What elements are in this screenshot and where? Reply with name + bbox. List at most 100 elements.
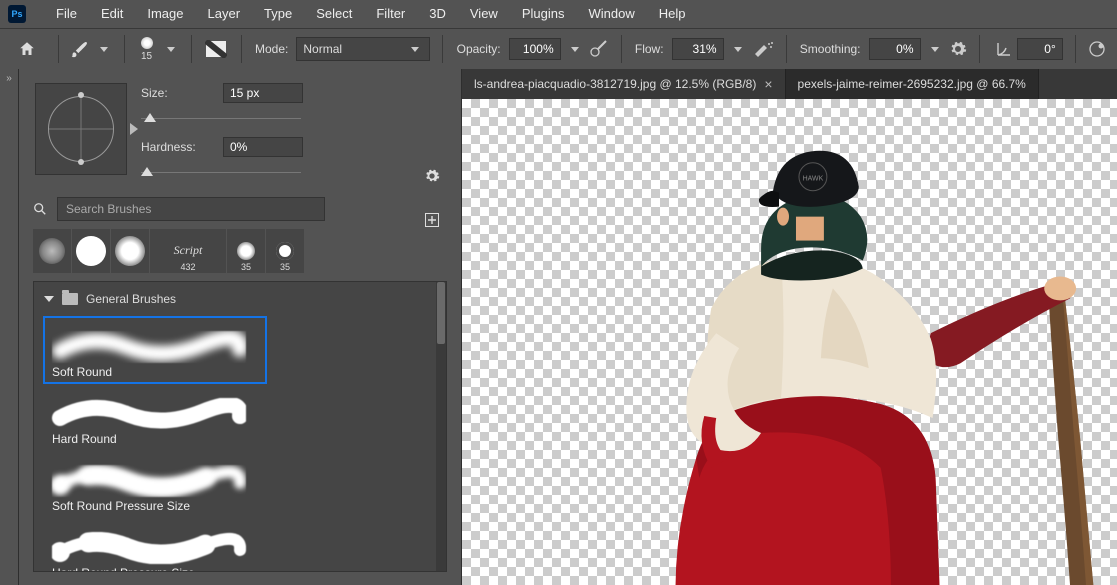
svg-text:Script: Script [174,243,203,257]
menu-bar: Ps File Edit Image Layer Type Select Fil… [0,0,1117,28]
tip-handle-bottom[interactable] [78,159,84,165]
tree-scrollbar[interactable] [436,282,446,571]
canvas-content: HAWK [462,99,1117,585]
brush-settings-icon [205,40,227,58]
brush-angle-control[interactable]: 0° [995,38,1063,60]
canvas[interactable]: HAWK [462,99,1117,585]
brush-folder-header[interactable]: General Brushes [34,282,436,316]
opacity-pressure-toggle[interactable] [589,38,609,60]
brush-preset-name: Soft Round [52,365,258,379]
menu-type[interactable]: Type [252,0,304,28]
brush-stroke-preview [52,331,246,363]
size-pressure-toggle[interactable] [1087,38,1109,60]
angle-icon [995,40,1013,58]
flow-field[interactable]: 31% [672,38,724,60]
app-logo-text: Ps [11,9,22,19]
menu-edit[interactable]: Edit [89,0,135,28]
tip-handle-top[interactable] [78,92,84,98]
folder-icon [62,293,78,305]
recent-brush[interactable]: 35 [227,229,265,273]
brush-preset-item[interactable]: Hard Round [44,384,266,450]
plus-box-icon [425,213,439,227]
smoothing-label: Smoothing: [800,42,861,56]
document-tabs: ls-andrea-piacquadio-3812719.jpg @ 12.5%… [462,69,1117,99]
brush-preset-item[interactable]: Hard Round Pressure Size [44,518,266,571]
recent-brush[interactable]: Script 432 [150,229,226,273]
hardness-label: Hardness: [141,140,215,154]
blend-mode-dropdown[interactable]: Normal [296,37,430,61]
document-tab[interactable]: pexels-jaime-reimer-2695232.jpg @ 66.7% [786,69,1039,99]
mode-label: Mode: [255,42,288,56]
flow-label: Flow: [635,42,664,56]
opacity-dropdown[interactable] [571,47,579,52]
opacity-value: 100% [523,42,554,56]
recent-brush[interactable] [72,229,110,273]
search-icon [33,202,47,216]
tip-direction-arrow [130,123,138,135]
smoothing-value: 0% [896,42,913,56]
menu-help[interactable]: Help [647,0,698,28]
brush-size-number: 15 [141,51,152,62]
menu-image[interactable]: Image [135,0,195,28]
recent-brush-label: 35 [280,262,290,272]
size-label: Size: [141,86,215,100]
brush-search-input[interactable] [57,197,325,221]
folder-label: General Brushes [86,292,176,306]
tip-circle [48,96,114,162]
brush-stroke-preview [52,532,246,564]
menu-layer[interactable]: Layer [196,0,253,28]
brush-preset-item[interactable]: Soft Round Pressure Size [44,451,266,517]
smoothing-field[interactable]: 0% [869,38,921,60]
brush-preset-panel: Size: 15 px Hardness: 0% [19,69,462,585]
gear-icon [424,168,440,184]
menu-file[interactable]: File [44,0,89,28]
hardness-slider[interactable] [141,165,301,179]
opacity-label: Opacity: [457,42,501,56]
menu-view[interactable]: View [458,0,510,28]
smoothing-options[interactable] [949,38,967,60]
panel-flyout-menu[interactable] [419,165,445,187]
home-icon [18,40,36,58]
hardness-field[interactable]: 0% [223,137,303,157]
brush-preset-dropdown[interactable] [167,47,175,52]
app-logo: Ps [8,5,26,23]
tab-close-button[interactable]: × [764,76,772,92]
brush-preset-name: Hard Round Pressure Size [52,566,258,571]
angle-value: 0° [1044,42,1055,56]
document-area: ls-andrea-piacquadio-3812719.jpg @ 12.5%… [462,69,1117,585]
flow-dropdown[interactable] [734,47,742,52]
collapsed-tool-strip: » [0,69,19,585]
size-slider[interactable] [141,111,301,125]
new-brush-preset-button[interactable] [419,209,445,231]
brush-preset-item[interactable]: Soft Round [44,317,266,383]
blend-mode-value: Normal [303,42,342,56]
brush-tree: General Brushes Soft Round Hard RoundSoft… [33,281,447,572]
expand-handle[interactable]: » [6,73,12,84]
airbrush-toggle[interactable] [752,38,774,60]
menu-select[interactable]: Select [304,0,364,28]
brush-settings-toggle[interactable] [205,38,227,60]
scroll-thumb[interactable] [437,282,445,344]
tool-brush-indicator[interactable] [70,38,90,60]
opacity-field[interactable]: 100% [509,38,561,60]
recent-brush-label: 35 [241,262,251,272]
menu-window[interactable]: Window [576,0,646,28]
brush-tip-preview[interactable] [35,83,127,175]
smoothing-dropdown[interactable] [931,47,939,52]
tool-preset-dropdown[interactable] [100,47,108,52]
recent-brush[interactable]: 35 [266,229,304,273]
home-button[interactable] [18,38,36,60]
menu-filter[interactable]: Filter [364,0,417,28]
tab-title: pexels-jaime-reimer-2695232.jpg @ 66.7% [798,77,1026,91]
tab-title: ls-andrea-piacquadio-3812719.jpg @ 12.5%… [474,77,756,91]
menu-3d[interactable]: 3D [417,0,458,28]
brush-preview[interactable]: 15 [141,37,153,62]
menu-plugins[interactable]: Plugins [510,0,577,28]
recent-brushes: Script 432 35 35 [19,229,461,281]
recent-brush[interactable] [111,229,149,273]
recent-brush[interactable] [33,229,71,273]
flow-value: 31% [693,42,717,56]
options-bar: 15 Mode: Normal Opacity: 100% Flow: 31% … [0,28,1117,69]
size-field[interactable]: 15 px [223,83,303,103]
document-tab[interactable]: ls-andrea-piacquadio-3812719.jpg @ 12.5%… [462,69,786,99]
